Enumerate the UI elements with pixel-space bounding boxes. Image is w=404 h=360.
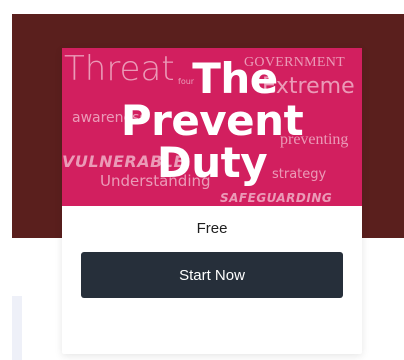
word-cloud-word: SAFEGUARDING bbox=[220, 191, 333, 205]
side-panel-edge bbox=[12, 296, 22, 360]
course-title-line: Duty bbox=[156, 138, 268, 187]
course-thumbnail[interactable]: Threat GOVERNMENT Extreme four awareness… bbox=[62, 48, 362, 206]
start-now-button[interactable]: Start Now bbox=[81, 252, 343, 298]
course-title-line: Prevent bbox=[120, 96, 304, 145]
course-card: Threat GOVERNMENT Extreme four awareness… bbox=[62, 48, 362, 354]
price-label: Free bbox=[196, 220, 228, 237]
course-title-line: The bbox=[192, 54, 278, 103]
page-margin bbox=[0, 14, 12, 360]
course-title: The Prevent Duty bbox=[62, 58, 362, 184]
